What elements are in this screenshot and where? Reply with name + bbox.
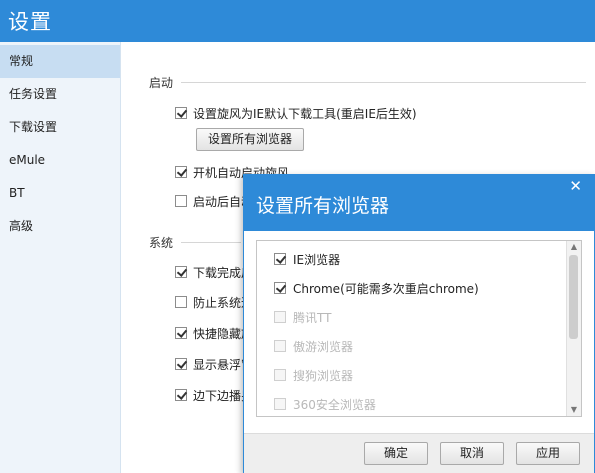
browser-item-360: 360安全浏览器 bbox=[257, 394, 567, 414]
browser-item-chrome-label: Chrome(可能需多次重启chrome) bbox=[293, 282, 479, 296]
browser-item-chrome[interactable]: Chrome(可能需多次重启chrome) bbox=[257, 278, 567, 298]
sidebar: 常规 任务设置 下载设置 eMule BT 高级 bbox=[0, 42, 121, 473]
sidebar-item-task-settings[interactable]: 任务设置 bbox=[0, 78, 120, 111]
browser-item-360-checkbox bbox=[274, 398, 286, 410]
scroll-thumb[interactable] bbox=[569, 255, 578, 339]
cancel-button[interactable]: 取消 bbox=[440, 442, 504, 465]
dialog-footer: 确定 取消 应用 bbox=[244, 433, 594, 473]
browser-item-maxthon-checkbox bbox=[274, 340, 286, 352]
apply-button[interactable]: 应用 bbox=[516, 442, 580, 465]
browser-item-ie-checkbox[interactable] bbox=[274, 253, 286, 265]
system-option-2-checkbox[interactable] bbox=[175, 296, 187, 308]
browser-item-360-label: 360安全浏览器 bbox=[293, 398, 376, 412]
sidebar-item-emule[interactable]: eMule bbox=[0, 144, 120, 177]
browser-list: IE浏览器 Chrome(可能需多次重启chrome) 腾讯TT 傲游浏览器 搜… bbox=[256, 240, 582, 417]
system-option-5-checkbox[interactable] bbox=[175, 389, 187, 401]
browser-item-sogou-label: 搜狗浏览器 bbox=[293, 369, 354, 383]
sidebar-item-general[interactable]: 常规 bbox=[0, 45, 120, 78]
startup-divider bbox=[181, 82, 586, 83]
startup-option-after-start-checkbox[interactable] bbox=[175, 195, 187, 207]
title-bar: 设置 bbox=[0, 0, 595, 42]
sidebar-item-download-settings[interactable]: 下载设置 bbox=[0, 111, 120, 144]
scroll-down-icon[interactable]: ▼ bbox=[567, 404, 581, 416]
set-all-browsers-dialog: 设置所有浏览器 ✕ IE浏览器 Chrome(可能需多次重启chrome) 腾讯… bbox=[243, 174, 595, 473]
browser-item-maxthon: 傲游浏览器 bbox=[257, 336, 567, 356]
browser-item-sogou-checkbox bbox=[274, 369, 286, 381]
dialog-title: 设置所有浏览器 bbox=[256, 195, 390, 217]
system-divider bbox=[181, 242, 241, 243]
browser-item-sogou: 搜狗浏览器 bbox=[257, 365, 567, 385]
system-section-label: 系统 bbox=[149, 236, 174, 250]
startup-option-default-tool-checkbox[interactable] bbox=[175, 107, 187, 119]
sidebar-item-advanced[interactable]: 高级 bbox=[0, 210, 120, 243]
browser-item-chrome-checkbox[interactable] bbox=[274, 282, 286, 294]
scroll-up-icon[interactable]: ▲ bbox=[567, 241, 581, 253]
close-icon[interactable]: ✕ bbox=[569, 177, 582, 195]
system-option-3-checkbox[interactable] bbox=[175, 327, 187, 339]
browser-item-ie-label: IE浏览器 bbox=[293, 253, 341, 267]
browser-item-maxthon-label: 傲游浏览器 bbox=[293, 340, 354, 354]
browser-item-tencent-tt: 腾讯TT bbox=[257, 307, 567, 327]
system-option-4-checkbox[interactable] bbox=[175, 358, 187, 370]
sidebar-item-bt[interactable]: BT bbox=[0, 177, 120, 210]
startup-option-default-tool-label: 设置旋风为IE默认下载工具(重启IE后生效) bbox=[193, 107, 417, 121]
window-title: 设置 bbox=[8, 10, 52, 34]
browser-item-tencent-tt-label: 腾讯TT bbox=[293, 311, 332, 325]
startup-option-autostart-checkbox[interactable] bbox=[175, 166, 187, 178]
ok-button[interactable]: 确定 bbox=[364, 442, 428, 465]
browser-item-tencent-tt-checkbox bbox=[274, 311, 286, 323]
list-scrollbar[interactable]: ▲ ▼ bbox=[566, 241, 581, 416]
startup-section-label: 启动 bbox=[149, 76, 174, 90]
system-option-1-checkbox[interactable] bbox=[175, 266, 187, 278]
set-all-browsers-button[interactable]: 设置所有浏览器 bbox=[196, 128, 304, 151]
dialog-title-bar: 设置所有浏览器 ✕ bbox=[244, 175, 594, 231]
browser-item-ie[interactable]: IE浏览器 bbox=[257, 249, 567, 269]
